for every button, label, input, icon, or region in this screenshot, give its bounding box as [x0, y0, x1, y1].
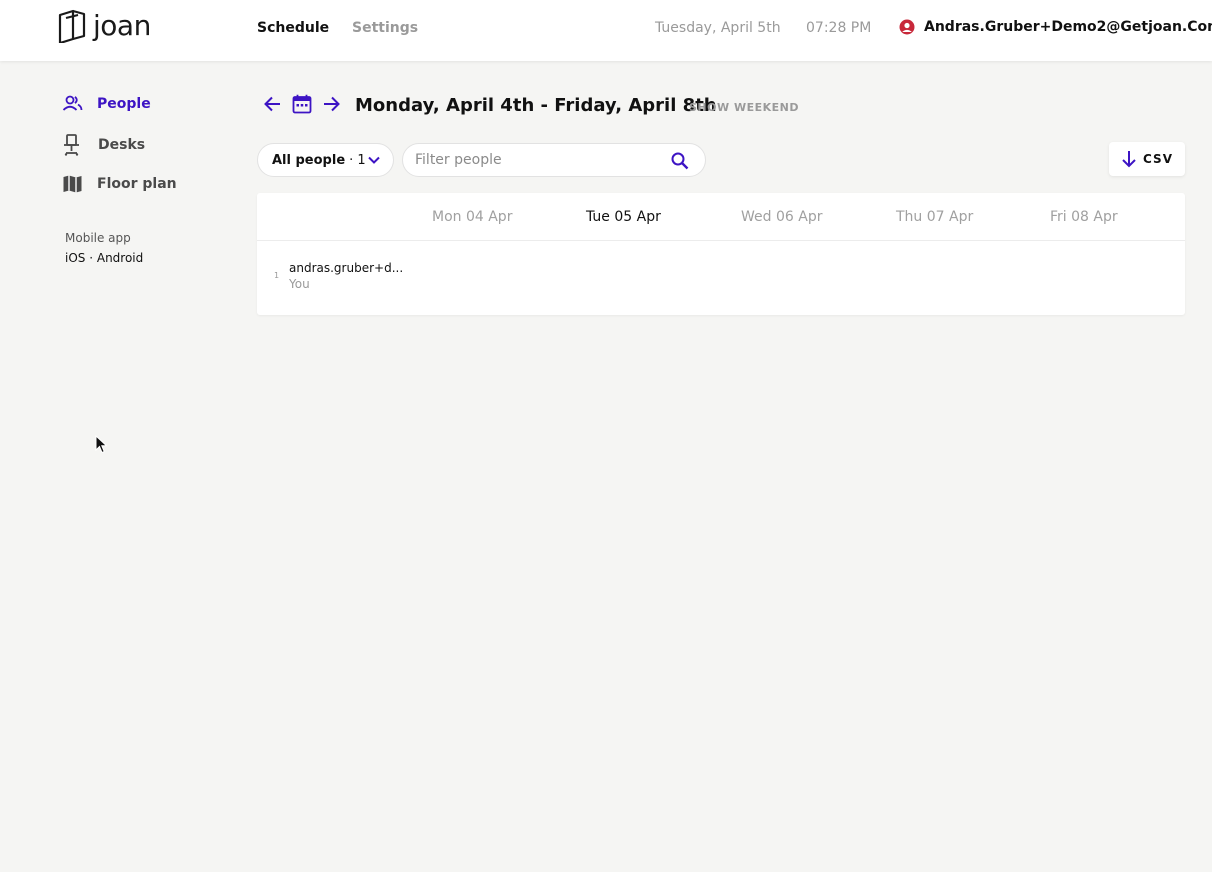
header-time: 07:28 PM — [806, 20, 872, 36]
mobile-app-links: iOS · Android — [65, 251, 143, 265]
people-icon — [62, 95, 83, 111]
nav-settings[interactable]: Settings — [352, 20, 418, 36]
people-filter-select[interactable]: All people · 1 — [257, 143, 394, 177]
table-row[interactable]: 1 andras.gruber+d... You — [257, 241, 1185, 315]
calendar-icon — [292, 94, 312, 114]
sidebar-item-desks[interactable]: Desks — [62, 134, 145, 156]
day-header-mon: Mon 04 Apr — [432, 209, 513, 225]
map-icon — [63, 175, 82, 193]
schedule-table: Mon 04 Apr Tue 05 Apr Wed 06 Apr Thu 07 … — [257, 193, 1185, 315]
ios-link[interactable]: iOS — [65, 251, 85, 265]
day-header-tue: Tue 05 Apr — [586, 209, 661, 225]
chair-icon — [64, 134, 79, 156]
sidebar-item-label: Floor plan — [97, 176, 177, 192]
previous-week-button[interactable] — [262, 93, 284, 115]
logo-text: joan — [93, 9, 151, 42]
people-search-box — [402, 143, 706, 177]
csv-label: CSV — [1143, 152, 1173, 166]
person-name: andras.gruber+d... — [289, 261, 404, 275]
people-select-label: All people — [272, 152, 346, 168]
search-icon[interactable] — [671, 152, 689, 170]
next-week-button[interactable] — [320, 93, 342, 115]
mobile-app-title: Mobile app — [65, 231, 131, 245]
row-index: 1 — [274, 271, 280, 280]
avatar-icon — [899, 19, 915, 35]
day-header-wed: Wed 06 Apr — [741, 209, 823, 225]
arrow-down-icon — [1122, 151, 1136, 168]
person-you-label: You — [289, 277, 310, 291]
android-link[interactable]: Android — [97, 251, 143, 265]
joan-logo[interactable]: joan — [57, 9, 151, 43]
user-menu[interactable]: Andras.Gruber+Demo2@Getjoan.Com — [899, 19, 1212, 35]
csv-export-button[interactable]: CSV — [1109, 142, 1185, 176]
calendar-button[interactable] — [291, 93, 313, 115]
day-header-fri: Fri 08 Apr — [1050, 209, 1118, 225]
chevron-down-icon — [368, 156, 380, 164]
sidebar-item-floor-plan[interactable]: Floor plan — [62, 174, 177, 194]
week-range-title: Monday, April 4th - Friday, April 8th — [355, 95, 717, 116]
header-date: Tuesday, April 5th — [655, 20, 781, 36]
week-navigation — [262, 93, 342, 115]
sidebar-item-label: Desks — [98, 137, 146, 153]
top-header: joan Schedule Settings Tuesday, April 5t… — [0, 0, 1212, 61]
day-header-thu: Thu 07 Apr — [896, 209, 974, 225]
people-select-count: · 1 — [349, 152, 366, 168]
arrow-left-icon — [264, 96, 280, 112]
nav-schedule[interactable]: Schedule — [257, 20, 329, 36]
arrow-right-icon — [324, 96, 340, 112]
show-weekend-toggle[interactable]: SHOW WEEKEND — [689, 101, 799, 114]
user-name: Andras.Gruber+Demo2@Getjoan.Com — [924, 19, 1212, 35]
mouse-cursor-icon — [95, 435, 108, 454]
sidebar-item-label: People — [97, 96, 151, 112]
table-header: Mon 04 Apr Tue 05 Apr Wed 06 Apr Thu 07 … — [257, 193, 1185, 241]
mobile-link-separator: · — [85, 251, 97, 265]
filter-people-input[interactable] — [415, 144, 655, 176]
joan-logo-icon — [58, 9, 86, 43]
sidebar-item-people[interactable]: People — [62, 94, 151, 114]
